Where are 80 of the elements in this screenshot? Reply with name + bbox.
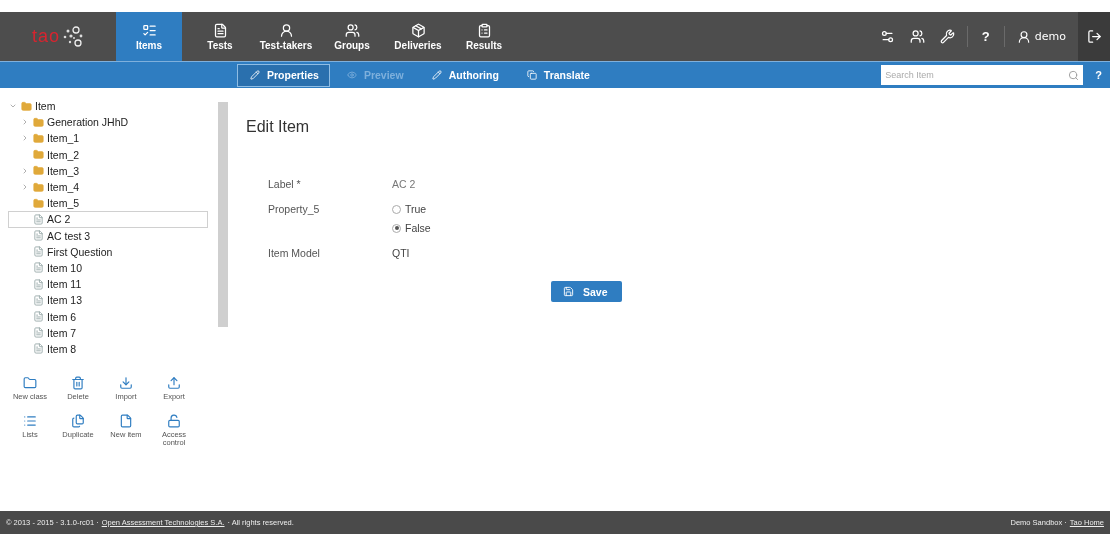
clipboard-icon xyxy=(476,22,492,38)
tree-item[interactable]: Item_1 xyxy=(8,130,218,147)
field-value: QTI xyxy=(392,247,411,259)
tree-item[interactable]: AC 2 xyxy=(8,211,208,228)
folder-icon xyxy=(23,376,37,390)
document-icon xyxy=(212,22,228,38)
document-icon xyxy=(33,327,44,339)
logout-icon xyxy=(1086,29,1102,44)
radio-label[interactable]: False xyxy=(405,222,431,234)
help-button[interactable]: ? xyxy=(1095,69,1102,81)
folder-icon xyxy=(33,116,44,128)
folder-icon xyxy=(21,100,32,112)
nav-tab[interactable]: Test-takers xyxy=(256,12,316,61)
folder-icon xyxy=(33,181,44,193)
nav-tab[interactable]: Items xyxy=(116,12,182,61)
scrollbar[interactable] xyxy=(218,102,228,327)
tree-item[interactable]: AC test 3 xyxy=(8,227,218,244)
tree-item[interactable]: Item 8 xyxy=(8,340,218,357)
person-icon xyxy=(278,22,294,38)
nav-tab[interactable]: Results xyxy=(454,12,514,61)
document-icon xyxy=(33,278,44,290)
pencil-icon xyxy=(431,70,442,80)
tree-item[interactable]: Item_3 xyxy=(8,162,218,179)
box-icon xyxy=(410,22,426,38)
list-icon xyxy=(23,413,37,428)
duplicate-icon xyxy=(71,413,85,428)
tree-item[interactable]: Item xyxy=(8,98,218,115)
trash-icon xyxy=(71,376,85,390)
tree-item[interactable]: Item 7 xyxy=(8,324,218,341)
action-tab[interactable]: Translate xyxy=(513,63,601,87)
tree-item[interactable]: Item 10 xyxy=(8,259,218,277)
people-icon xyxy=(344,22,360,38)
folder-icon xyxy=(33,132,44,144)
tree-item[interactable]: Item 13 xyxy=(8,292,218,309)
nav-tab[interactable]: Tests xyxy=(190,12,250,61)
action-tab[interactable]: Authoring xyxy=(418,63,510,87)
tree-item[interactable]: First Question xyxy=(8,243,218,260)
page-title: Edit Item xyxy=(246,118,311,136)
tree-item[interactable]: Item 6 xyxy=(8,308,218,325)
eye-icon xyxy=(346,70,357,80)
file-icon xyxy=(119,413,133,428)
logo-dots-icon xyxy=(62,25,84,48)
document-icon xyxy=(33,294,44,306)
floppy-icon xyxy=(563,286,574,297)
document-icon xyxy=(33,213,44,225)
tree-item[interactable]: Item_5 xyxy=(8,195,218,212)
tree-item[interactable]: Item_2 xyxy=(8,146,218,163)
person-icon xyxy=(1016,29,1031,44)
folder-icon xyxy=(33,149,44,161)
search-icon xyxy=(1067,69,1079,81)
field-label: Property_5 xyxy=(268,203,321,215)
nav-tab[interactable]: Deliveries xyxy=(388,12,448,61)
field-label: Item Model xyxy=(268,247,321,259)
wrench-icon xyxy=(940,29,956,44)
logout-button[interactable] xyxy=(1078,12,1110,61)
radio-label[interactable]: True xyxy=(405,203,427,215)
document-icon xyxy=(33,262,44,274)
tree-item[interactable]: Item 11 xyxy=(8,276,218,293)
tree-item[interactable]: Generation JHhD xyxy=(8,114,218,131)
document-icon xyxy=(33,311,44,323)
export-icon xyxy=(167,376,181,390)
document-icon xyxy=(33,230,44,242)
document-icon xyxy=(33,343,44,355)
tree-item[interactable]: Item_4 xyxy=(8,178,218,196)
save-button[interactable]: Save xyxy=(551,281,622,302)
nav-tab[interactable]: Groups xyxy=(322,12,382,61)
padlock-icon xyxy=(167,413,181,428)
user-menu[interactable]: demo xyxy=(1008,12,1078,61)
people-icon xyxy=(910,29,926,44)
document-icon xyxy=(33,246,44,258)
list-icon xyxy=(141,22,157,38)
folder-icon xyxy=(33,197,44,209)
action-tab[interactable]: Properties xyxy=(237,63,330,87)
folder-icon xyxy=(33,165,44,177)
copy-icon xyxy=(526,70,537,80)
label-value[interactable]: AC 2 xyxy=(392,178,1110,190)
help-button[interactable]: ? xyxy=(971,29,1000,44)
field-label: Label * xyxy=(268,178,302,190)
pencil-icon xyxy=(250,70,260,80)
import-icon xyxy=(119,376,133,390)
